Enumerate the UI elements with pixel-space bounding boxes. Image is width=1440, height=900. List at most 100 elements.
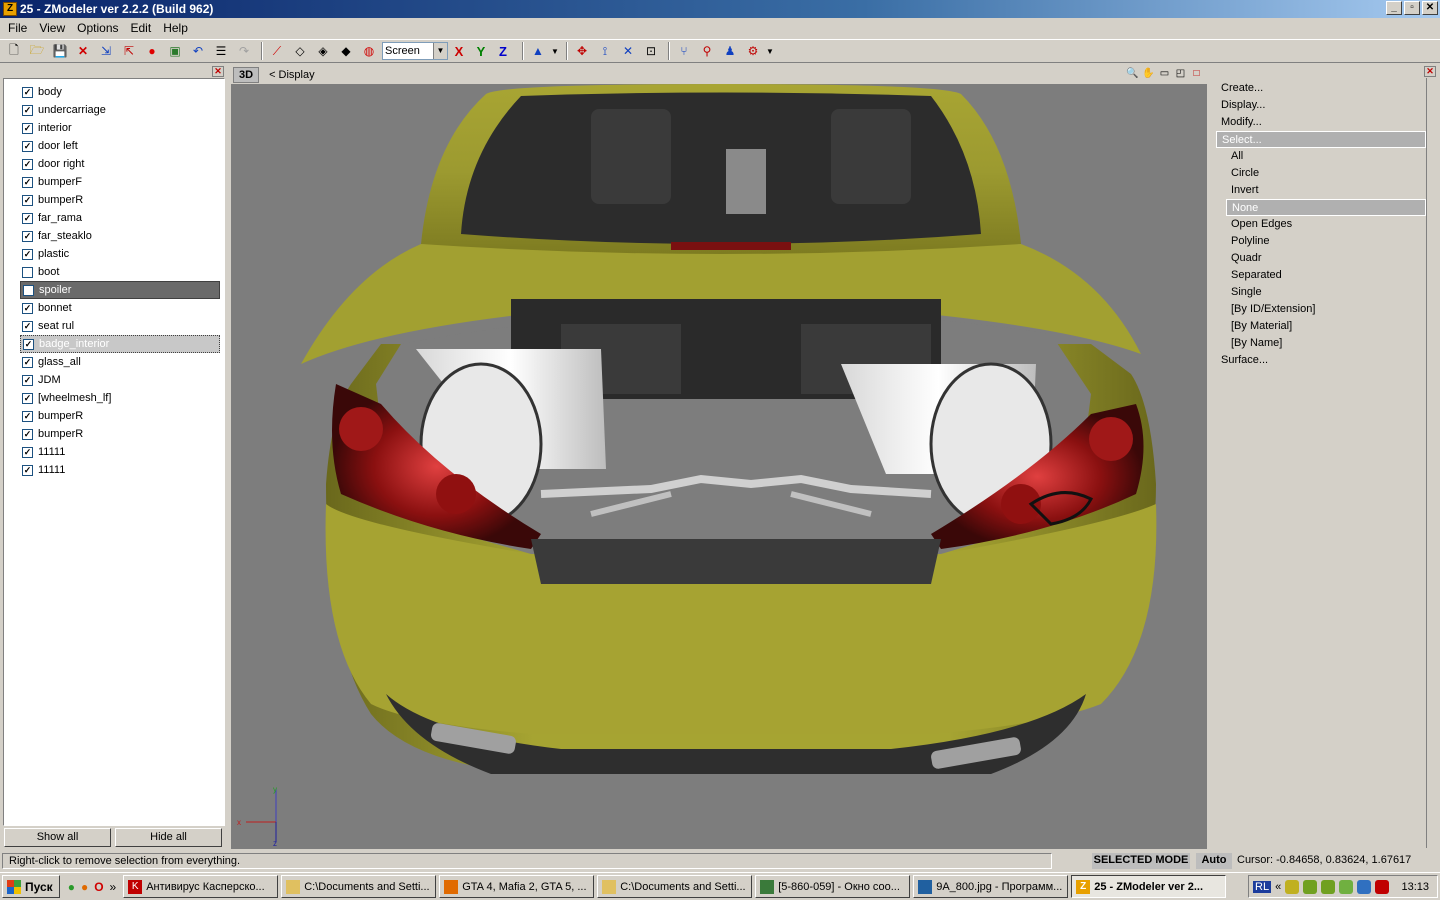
selection-mode-icon[interactable]: ◍ [359,41,379,61]
menu-view[interactable]: View [33,21,71,35]
object-list-item[interactable]: ✓ far_steaklo [4,227,224,245]
close-button[interactable]: ✕ [1422,1,1438,15]
image-icon[interactable]: ▣ [165,41,185,61]
tools-icon[interactable]: ⚙ [743,41,763,61]
kaspersky-tray-icon[interactable] [1375,879,1390,894]
visibility-checkbox[interactable]: ✓ [22,158,33,170]
command-item[interactable]: [By ID/Extension] [1211,301,1426,318]
command-item[interactable]: None [1226,199,1426,216]
visibility-checkbox[interactable] [22,266,33,278]
measure-icon[interactable]: ⊡ [641,41,661,61]
zoom-icon[interactable]: 🔍 [1126,67,1139,80]
app-icon[interactable]: Z [3,2,17,16]
visibility-checkbox[interactable]: ✓ [22,302,33,314]
object-list-item[interactable]: ✓ interior [4,119,224,137]
close-icon[interactable]: ✕ [1424,66,1436,77]
visibility-checkbox[interactable]: ✓ [22,428,33,440]
command-item[interactable]: Surface... [1211,352,1426,369]
tray-icon-1[interactable] [1285,879,1300,894]
object-list-item[interactable]: ✓ bonnet [4,299,224,317]
chevron-down-icon[interactable]: ▼ [766,41,774,61]
coordinate-mode-select[interactable]: Screen ▼ [382,42,448,60]
command-item[interactable]: Modify... [1211,114,1426,131]
viewport-display-label[interactable]: < Display [269,69,315,81]
object-list-item[interactable]: ✓ body [4,83,224,101]
minimize-button[interactable]: _ [1386,1,1402,15]
redo-icon[interactable]: ↷ [234,41,254,61]
tray-icon-5[interactable] [1357,879,1372,894]
render-icon[interactable]: ● [142,41,162,61]
tray-icon-3[interactable] [1321,879,1336,894]
object-list[interactable]: ✓ body ✓ undercarriage ✓ interior ✓ door left ✓ d… [3,78,225,826]
visibility-checkbox[interactable]: ✓ [22,464,33,476]
firefox-icon[interactable]: ● [81,880,88,894]
taskbar-button[interactable]: C:\Documents and Setti... [597,875,753,898]
object-mode-icon[interactable]: ◆ [336,41,356,61]
visibility-checkbox[interactable]: ✓ [22,194,33,206]
visibility-checkbox[interactable]: ✓ [22,374,33,386]
close-icon[interactable]: ✕ [212,66,224,77]
tray-icon-4[interactable] [1339,879,1354,894]
object-list-item[interactable]: ✓ door left [4,137,224,155]
delete-icon[interactable]: ✕ [73,41,93,61]
tray-expand-icon[interactable]: « [1275,881,1281,893]
visibility-checkbox[interactable]: ✓ [22,140,33,152]
visibility-checkbox[interactable]: ✓ [22,86,33,98]
export-icon[interactable]: ⇱ [119,41,139,61]
scale-icon[interactable]: ✕ [618,41,638,61]
menu-edit[interactable]: Edit [125,21,158,35]
maximize-button[interactable]: ▫ [1404,1,1420,15]
pan-hand-icon[interactable]: ✋ [1142,67,1155,80]
maximize-viewport-icon[interactable]: ◰ [1174,67,1187,80]
command-item[interactable]: Single [1211,284,1426,301]
visibility-checkbox[interactable]: ✓ [22,320,33,332]
command-item[interactable]: Display... [1211,97,1426,114]
link-icon[interactable]: ⚲ [697,41,717,61]
visibility-checkbox[interactable]: ✓ [22,230,33,242]
menu-options[interactable]: Options [71,21,124,35]
object-list-item[interactable]: ✓ 11111 [4,461,224,479]
save-icon[interactable]: 💾 [50,41,70,61]
object-list-item[interactable]: ✓ 11111 [4,443,224,461]
new-file-icon[interactable]: 🗋 [4,41,24,61]
undo-icon[interactable]: ↶ [188,41,208,61]
object-list-item[interactable]: ✓ bumperR [4,191,224,209]
3d-viewport[interactable]: y x z [231,84,1207,849]
import-icon[interactable]: ⇲ [96,41,116,61]
axis-gizmo-icon[interactable]: ⟟ [595,41,615,61]
figure-icon[interactable]: ♟ [720,41,740,61]
vertex-mode-icon[interactable]: ⟋ [267,41,287,61]
object-list-item[interactable]: ✓ badge_interior [20,335,220,353]
object-list-item[interactable]: spoiler [20,281,220,299]
command-item[interactable]: Quadr [1211,250,1426,267]
object-list-item[interactable]: ✓ door right [4,155,224,173]
visibility-checkbox[interactable]: ✓ [22,104,33,116]
taskbar-button[interactable]: Z 25 - ZModeler ver 2... [1071,875,1227,898]
visibility-checkbox[interactable]: ✓ [23,338,34,350]
selected-mode-indicator[interactable]: SELECTED MODE [1092,853,1190,869]
menu-file[interactable]: File [2,21,33,35]
command-item[interactable]: [By Material] [1211,318,1426,335]
menu-help[interactable]: Help [157,21,194,35]
edge-mode-icon[interactable]: ◇ [290,41,310,61]
window-icon[interactable]: ▭ [1158,67,1171,80]
chevron-down-icon[interactable]: ▼ [433,43,447,59]
command-item[interactable]: [By Name] [1211,335,1426,352]
utorrent-icon[interactable]: ● [68,880,75,894]
taskbar-button[interactable]: 9A_800.jpg - Программ... [913,875,1069,898]
taskbar-button[interactable]: C:\Documents and Setti... [281,875,437,898]
object-list-item[interactable]: ✓ [wheelmesh_lf] [4,389,224,407]
visibility-checkbox[interactable]: ✓ [22,446,33,458]
command-item[interactable]: Invert [1211,182,1426,199]
axis-y-button[interactable]: Y [474,44,488,59]
move-icon[interactable]: ✥ [572,41,592,61]
tray-icon-2[interactable] [1303,879,1318,894]
taskbar-button[interactable]: [5-860-059] - Окно соо... [755,875,911,898]
command-item[interactable]: Open Edges [1211,216,1426,233]
object-list-item[interactable]: ✓ bumperF [4,173,224,191]
object-list-item[interactable]: ✓ seat rul [4,317,224,335]
visibility-checkbox[interactable]: ✓ [22,176,33,188]
object-list-item[interactable]: ✓ undercarriage [4,101,224,119]
visibility-checkbox[interactable]: ✓ [22,122,33,134]
auto-indicator[interactable]: Auto [1196,853,1232,869]
